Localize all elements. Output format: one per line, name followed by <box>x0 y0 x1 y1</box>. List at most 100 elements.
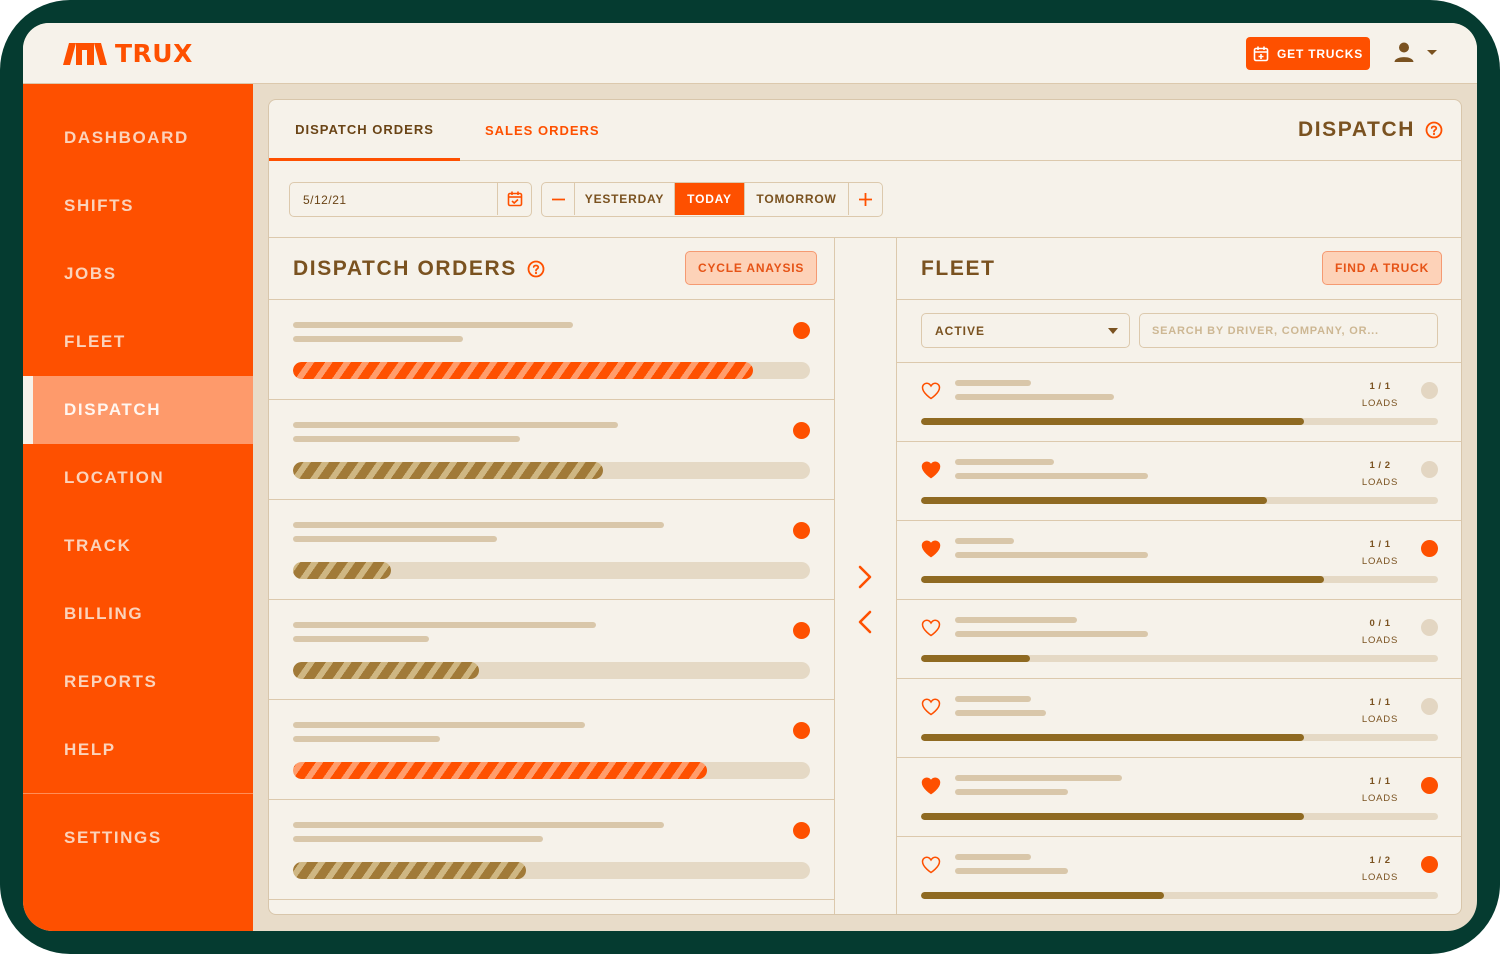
sidebar-item-jobs[interactable]: JOBS <box>23 240 253 308</box>
order-progress-fill <box>293 862 526 879</box>
order-progress-fill <box>293 662 480 679</box>
order-subtitle-placeholder <box>293 436 520 442</box>
help-icon[interactable] <box>527 260 545 278</box>
sidebar-item-fleet[interactable]: FLEET <box>23 308 253 376</box>
yesterday-button[interactable]: YESTERDAY <box>575 183 675 215</box>
truck-loads-label: LOADS <box>1361 477 1399 488</box>
fleet-filters: ACTIVE <box>897 300 1461 363</box>
dispatch-order-row[interactable] <box>269 800 835 900</box>
dispatch-order-row[interactable] <box>269 500 835 600</box>
fleet-truck-row[interactable]: 1 / 1 LOADS <box>897 758 1461 837</box>
order-status-dot <box>793 722 810 739</box>
dispatch-order-row[interactable] <box>269 300 835 400</box>
order-progress-bar <box>293 662 810 679</box>
sidebar: DASHBOARD SHIFTS JOBS FLEET DISPATCH LOC… <box>23 84 253 931</box>
heart-outline-icon[interactable] <box>921 619 941 637</box>
truck-progress-fill <box>921 892 1164 899</box>
fleet-truck-row[interactable]: 1 / 2 LOADS <box>897 442 1461 521</box>
today-button[interactable]: TODAY <box>675 183 745 215</box>
sidebar-item-reports[interactable]: REPORTS <box>23 648 253 716</box>
chevron-right-icon[interactable] <box>853 564 877 590</box>
heart-filled-icon[interactable] <box>921 540 941 558</box>
sidebar-divider <box>23 793 253 794</box>
fleet-truck-row[interactable]: 1 / 1 LOADS <box>897 363 1461 442</box>
truck-loads-count: 1 / 1 <box>1369 776 1391 787</box>
sidebar-item-billing[interactable]: BILLING <box>23 580 253 648</box>
truck-title-placeholder <box>955 696 1031 702</box>
truck-subtitle-placeholder <box>955 473 1148 479</box>
date-controls: 5/12/21 YESTERDAY TODAY TOMORROW <box>269 161 1461 238</box>
dispatch-orders-panel: DISPATCH ORDERS CYCLE ANAYSIS <box>269 238 835 914</box>
sidebar-item-track[interactable]: TRACK <box>23 512 253 580</box>
truck-loads-count: 1 / 1 <box>1369 381 1391 392</box>
sidebar-item-label: HELP <box>64 740 116 759</box>
heart-outline-icon[interactable] <box>921 698 941 716</box>
date-field[interactable]: 5/12/21 <box>289 182 532 217</box>
calendar-button[interactable] <box>497 183 531 215</box>
heart-outline-icon[interactable] <box>921 382 941 400</box>
dispatch-order-row[interactable] <box>269 700 835 800</box>
sidebar-item-dispatch[interactable]: DISPATCH <box>23 376 253 444</box>
dispatch-orders-title-text: DISPATCH ORDERS <box>293 257 517 280</box>
truck-loads-count: 0 / 1 <box>1369 618 1391 629</box>
calendar-plus-icon <box>1253 46 1269 61</box>
tab-bar: DISPATCH ORDERS SALES ORDERS DISPATCH <box>269 100 1461 161</box>
sidebar-item-shifts[interactable]: SHIFTS <box>23 172 253 240</box>
chevron-left-icon[interactable] <box>853 609 877 635</box>
cycle-analysis-button[interactable]: CYCLE ANAYSIS <box>685 251 818 285</box>
dispatch-order-row[interactable] <box>269 400 835 500</box>
heart-outline-icon[interactable] <box>921 856 941 874</box>
sidebar-item-label: SETTINGS <box>64 828 162 847</box>
truck-subtitle-placeholder <box>955 710 1046 716</box>
truck-progress-bar <box>921 655 1438 662</box>
order-status-dot <box>793 522 810 539</box>
sidebar-item-label: DASHBOARD <box>64 128 189 147</box>
brand-name: TRUX <box>115 39 193 68</box>
truck-status-dot <box>1421 382 1438 399</box>
sidebar-item-label: LOCATION <box>64 468 165 487</box>
status-select[interactable]: ACTIVE <box>921 313 1130 348</box>
truck-title-placeholder <box>955 775 1122 781</box>
fleet-truck-row[interactable]: 1 / 2 LOADS <box>897 837 1461 914</box>
sidebar-item-location[interactable]: LOCATION <box>23 444 253 512</box>
app-screen: TRUX GET TRUCKS DASHBOARD SHIFTS JOBS FL… <box>23 23 1477 931</box>
transfer-column <box>835 238 897 914</box>
heart-filled-icon[interactable] <box>921 461 941 479</box>
dispatch-order-row[interactable] <box>269 600 835 700</box>
truck-loads-label: LOADS <box>1361 635 1399 646</box>
tab-dispatch-orders[interactable]: DISPATCH ORDERS <box>269 100 460 161</box>
tomorrow-button[interactable]: TOMORROW <box>745 183 849 215</box>
search-input[interactable] <box>1139 313 1438 348</box>
order-title-placeholder <box>293 322 573 328</box>
find-a-truck-button[interactable]: FIND A TRUCK <box>1322 251 1443 285</box>
order-progress-bar <box>293 862 810 879</box>
next-day-button[interactable] <box>849 183 882 215</box>
truck-progress-fill <box>921 576 1325 583</box>
tab-sales-orders[interactable]: SALES ORDERS <box>485 100 600 161</box>
get-trucks-button[interactable]: GET TRUCKS <box>1246 37 1370 70</box>
get-trucks-label: GET TRUCKS <box>1277 46 1363 61</box>
truck-title-placeholder <box>955 854 1031 860</box>
user-menu[interactable] <box>1393 41 1439 63</box>
trux-logo[interactable]: TRUX <box>63 39 193 68</box>
plus-icon <box>859 192 872 206</box>
sidebar-item-settings[interactable]: SETTINGS <box>23 804 253 872</box>
order-title-placeholder <box>293 622 596 628</box>
fleet-truck-row[interactable]: 1 / 1 LOADS <box>897 521 1461 600</box>
fleet-truck-row[interactable]: 0 / 1 LOADS <box>897 600 1461 679</box>
heart-filled-icon[interactable] <box>921 777 941 795</box>
previous-day-button[interactable] <box>542 183 575 215</box>
truck-loads: 1 / 2 LOADS <box>1349 852 1411 886</box>
sidebar-item-help[interactable]: HELP <box>23 716 253 784</box>
truck-subtitle-placeholder <box>955 631 1148 637</box>
fleet-truck-row[interactable]: 1 / 1 LOADS <box>897 679 1461 758</box>
order-title-placeholder <box>293 722 585 728</box>
dispatch-orders-title: DISPATCH ORDERS <box>293 257 545 281</box>
sidebar-item-dashboard[interactable]: DASHBOARD <box>23 104 253 172</box>
order-progress-bar <box>293 462 810 479</box>
help-icon[interactable] <box>1425 121 1443 139</box>
truck-progress-fill <box>921 497 1268 504</box>
top-bar: TRUX GET TRUCKS <box>23 23 1477 84</box>
truck-progress-fill <box>921 734 1304 741</box>
order-progress-bar <box>293 362 810 379</box>
